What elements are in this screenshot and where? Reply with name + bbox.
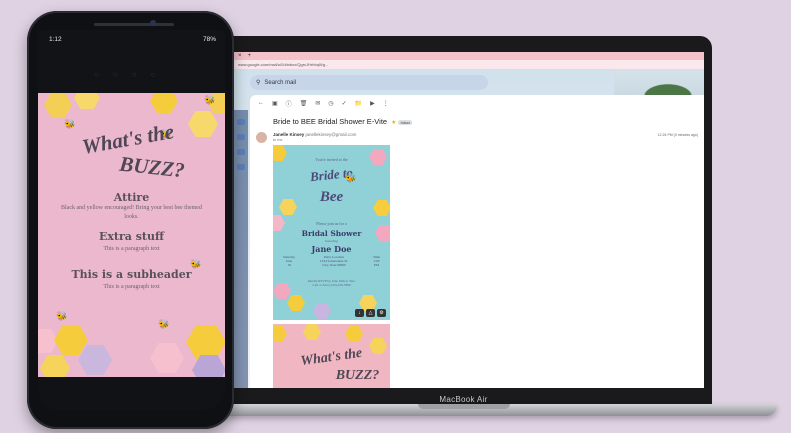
address-bar[interactable]: www.google.com/mail/u/0/#inbox/QgrcJHrhb…	[234, 60, 704, 69]
evite-time-ampm: PM	[374, 263, 379, 267]
evite-image-2: What's the BUZZ?	[273, 324, 390, 388]
mark-unread-icon[interactable]: ✉	[315, 100, 320, 107]
add-to-drive-icon[interactable]: △	[366, 309, 375, 317]
scene: MacBook Air × + www.google.com/mail/u/0/…	[0, 0, 791, 433]
email-view: ← ▣ ⓘ 🗑 ✉ ◷ ✓ 📁 ▶ ⋮ Bride to BEE Bridal …	[250, 95, 704, 388]
search-icon: ⚲	[256, 80, 261, 86]
section-header-attire: Attire	[113, 191, 150, 204]
sender-email: janellekinsey@gmail.com	[305, 132, 357, 137]
evite-image: You're invited to the Bride to Bee 🐝 Ple…	[273, 145, 390, 320]
search-input[interactable]: ⚲ Search mail	[250, 75, 488, 90]
honeycomb-shape	[150, 93, 178, 113]
honeycomb-shape	[150, 343, 184, 373]
section-text-subheader: This is a paragraph text	[103, 284, 160, 290]
email-toolbar: ← ▣ ⓘ 🗑 ✉ ◷ ✓ 📁 ▶ ⋮	[250, 95, 704, 111]
honeycomb-shape	[287, 295, 305, 311]
search-placeholder: Search mail	[264, 79, 297, 86]
status-time: 1:12	[49, 36, 62, 43]
laptop-notch	[418, 404, 510, 409]
section-text-extra: This is a paragraph text	[103, 246, 160, 252]
toolbar-icon[interactable]: ○	[113, 70, 118, 79]
toolbar-icon[interactable]: ○	[151, 70, 156, 79]
honeycomb-shape	[44, 93, 72, 117]
sender: Janelle Kinsey janellekinsey@gmail.com	[273, 132, 356, 137]
toolbar-icon[interactable]: ○	[94, 70, 99, 79]
star-icon[interactable]: ★	[391, 120, 396, 126]
save-to-photos-icon[interactable]: ⚙	[377, 309, 386, 317]
move-icon[interactable]: 📁	[355, 100, 362, 107]
evite-date-num: 18	[287, 263, 291, 267]
browser-tab-bar: × +	[234, 52, 704, 60]
honeycomb-shape	[313, 303, 331, 319]
bee-icon: 🐝	[345, 173, 357, 183]
rail-item[interactable]	[237, 119, 245, 125]
phone-speaker	[94, 23, 174, 26]
evite-date: Saturday June 18	[283, 255, 295, 267]
evite-event: Bridal Shower	[301, 229, 362, 238]
rail-item[interactable]	[237, 134, 245, 140]
archive-icon[interactable]: ▣	[272, 100, 278, 107]
phone-camera	[150, 20, 156, 26]
honeycomb-shape	[78, 345, 112, 375]
evite-script-1: Bride to	[309, 164, 354, 185]
recipient[interactable]: to me	[273, 138, 283, 142]
laptop-screen: × + www.google.com/mail/u/0/#inbox/QgrcJ…	[234, 52, 704, 388]
honeycomb-shape	[186, 325, 225, 359]
label-icon[interactable]: ▶	[370, 100, 375, 107]
evite-location: Party Location 1234 Somewhere St. City, …	[320, 255, 348, 267]
honeycomb-shape	[74, 93, 100, 109]
bee-icon: 🐝	[64, 119, 76, 129]
evite2-title-2: BUZZ?	[335, 368, 380, 383]
honeycomb-shape	[345, 326, 363, 342]
phone-nav-area	[38, 377, 225, 411]
task-icon[interactable]: ✓	[342, 100, 347, 107]
bee-icon: 🐝	[158, 319, 170, 329]
section-text-attire: Black and yellow encouraged! Bring your …	[61, 205, 202, 220]
email-subject-text: Bride to BEE Bridal Shower E-Vite	[273, 117, 388, 126]
section-header-extra: Extra stuff	[98, 230, 165, 243]
laptop-brand: MacBook Air	[439, 395, 488, 404]
honeycomb-shape	[54, 325, 88, 355]
delete-icon[interactable]: 🗑	[300, 100, 308, 107]
new-tab-icon[interactable]: +	[248, 53, 252, 59]
phone-toolbar: ○ ○ ○ ○	[94, 70, 155, 79]
honeycomb-shape	[303, 324, 321, 340]
honeycomb-shape	[273, 326, 287, 342]
download-icon[interactable]: ↓	[355, 309, 364, 317]
evite-time: Time 1:00 PM	[373, 255, 380, 267]
gmail-header: ⚲ Search mail	[234, 69, 704, 103]
section-header-subheader: This is a subheader	[71, 268, 192, 281]
invite-title-2: BUZZ?	[118, 151, 186, 183]
gmail-left-rail	[234, 110, 248, 388]
evite-rsvp: Kindly RSVP by June 16th to Tara Call or…	[307, 279, 356, 287]
evite-details: Saturday June 18 Party Location 1234 Som…	[283, 255, 380, 267]
email-subject: Bride to BEE Bridal Shower E-Vite ★ Inbox	[273, 117, 413, 126]
more-icon[interactable]: ⋮	[383, 100, 389, 107]
timestamp: 12:24 PM (0 minutes ago)	[657, 133, 698, 137]
back-icon[interactable]: ←	[258, 100, 264, 106]
evite-intro: You're invited to the	[315, 157, 348, 162]
evite-sub: Please join us for a	[316, 221, 347, 226]
bee-icon: 🐝	[204, 95, 216, 105]
invite-page: 🐝 🐝 🐝 🐝 🐝 🐝 What's the BUZZ? Attire Blac…	[38, 93, 225, 377]
report-icon[interactable]: ⓘ	[286, 99, 292, 108]
status-bar: 1:12 78%	[49, 36, 216, 43]
evite-location-city: City, State 00000	[322, 263, 346, 267]
evite-honoring: honoring	[325, 239, 338, 243]
rail-item[interactable]	[237, 164, 245, 170]
tab-close-icon[interactable]: ×	[238, 53, 242, 59]
inbox-label[interactable]: Inbox	[398, 120, 413, 125]
status-battery: 78%	[202, 36, 216, 43]
phone-screen: 1:12 78% ○ ○ ○ ○ 🐝 🐝 🐝 🐝 🐝 🐝 What's the …	[38, 30, 225, 411]
sender-name: Janelle Kinsey	[273, 132, 305, 137]
evite-script-2: Bee	[319, 189, 344, 205]
snooze-icon[interactable]: ◷	[328, 100, 333, 107]
evite-name: Jane Doe	[311, 244, 352, 254]
bee-icon: 🐝	[56, 311, 68, 321]
avatar	[256, 132, 267, 143]
toolbar-icon[interactable]: ○	[132, 70, 137, 79]
honeycomb-shape	[40, 355, 70, 377]
image-actions: ↓ △ ⚙	[355, 309, 386, 317]
rail-item[interactable]	[237, 149, 245, 155]
